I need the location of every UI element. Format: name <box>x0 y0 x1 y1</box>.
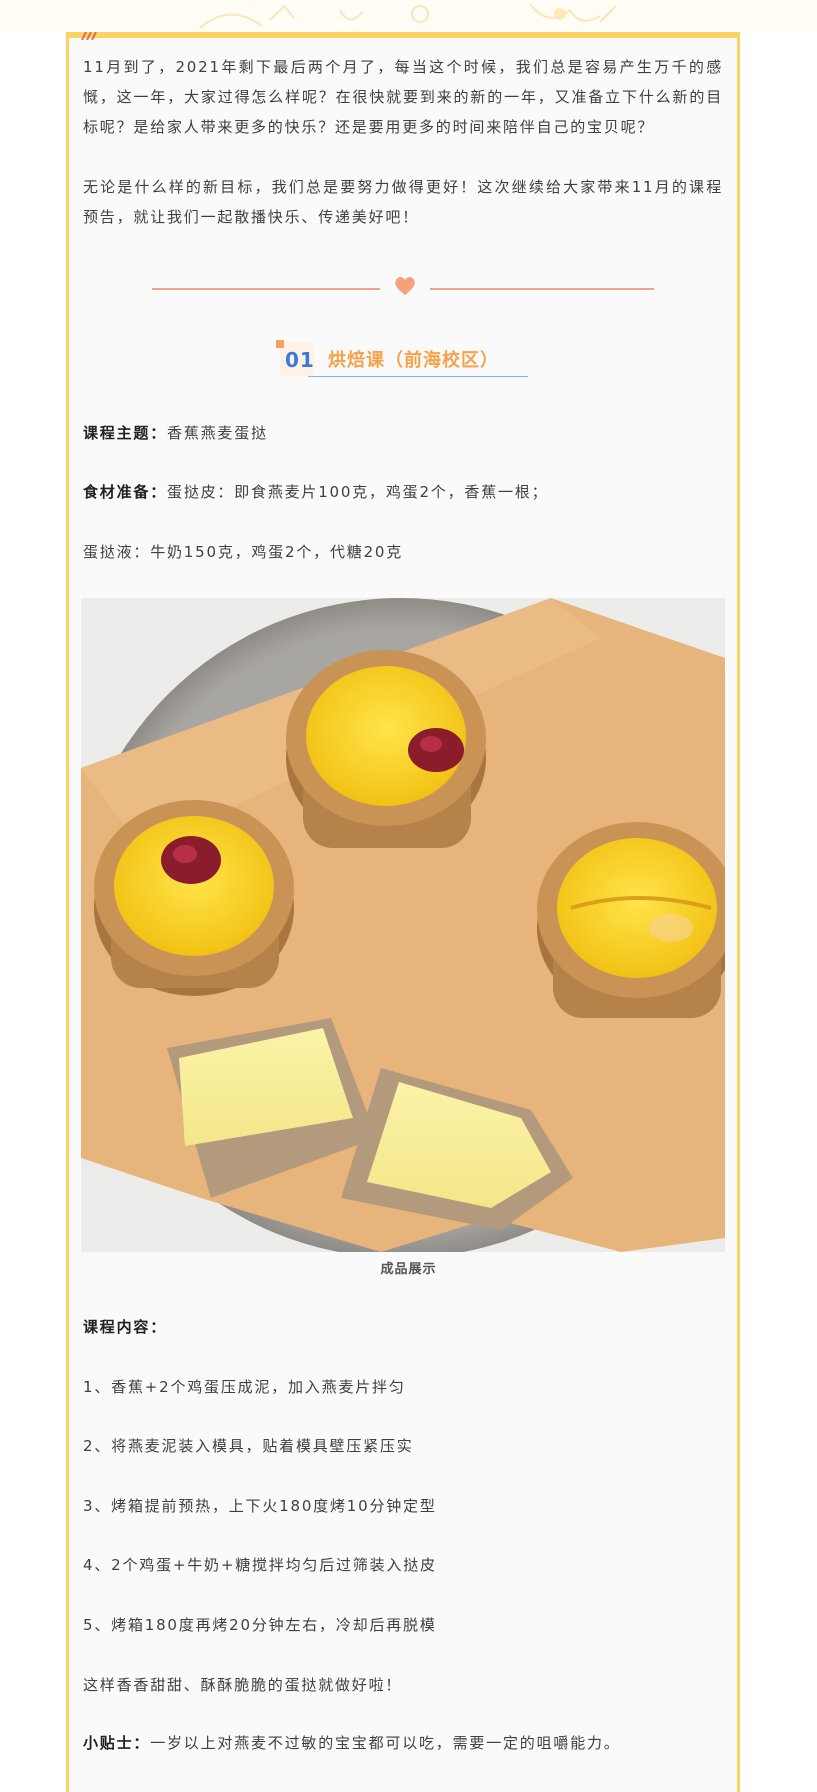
egg-tart-photo <box>81 598 725 1252</box>
intro-paragraph-2: 无论是什么样的新目标，我们总是要努力做得更好！这次继续给大家带来11月的课程预告… <box>83 178 723 226</box>
tip-label: 小贴士： <box>83 1734 151 1752</box>
step-5: 5、烤箱180度再烤20分钟左右，冷却后再脱模 <box>83 1616 437 1634</box>
step-1: 1、香蕉+2个鸡蛋压成泥，加入燕麦片拌匀 <box>83 1378 406 1396</box>
divider-line-left <box>152 288 380 290</box>
section-title: 烘焙课（前海校区） <box>328 350 499 371</box>
heart-divider <box>152 274 654 298</box>
step-3: 3、烤箱提前预热，上下火180度烤10分钟定型 <box>83 1497 437 1515</box>
stripes-decoration <box>81 32 97 40</box>
photo-caption: 成品展示 <box>380 1262 437 1277</box>
course-topic: 课程主题：香蕉燕麦蛋挞 <box>83 421 268 445</box>
ingredients-label: 食材准备： <box>83 483 168 501</box>
step-4: 4、2个鸡蛋+牛奶+糖搅拌均匀后过筛装入挞皮 <box>83 1556 437 1574</box>
closing-line: 这样香香甜甜、酥酥脆脆的蛋挞就做好啦！ <box>83 1676 403 1694</box>
tip-value: 一岁以上对燕麦不过敏的宝宝都可以吃，需要一定的咀嚼能力。 <box>150 1734 621 1752</box>
intro-paragraph-1: 11月到了，2021年剩下最后两个月了，每当这个时候，我们总是容易产生万千的感慨… <box>83 58 723 136</box>
egg-liquid-ingredients: 蛋挞液：牛奶150克，鸡蛋2个，代糖20克 <box>83 543 404 561</box>
divider-line-right <box>430 288 654 290</box>
course-ingredients: 食材准备：蛋挞皮：即食燕麦片100克，鸡蛋2个，香蕉一根； <box>83 480 548 504</box>
section-number: 01 <box>285 348 315 372</box>
course-topic-value: 香蕉燕麦蛋挞 <box>167 424 268 442</box>
tart-whole-1 <box>94 800 294 996</box>
heart-icon <box>395 277 415 295</box>
tart-whole-3 <box>537 822 725 1018</box>
card-top-border <box>66 32 740 38</box>
section-underline <box>308 376 528 377</box>
ingredients-value: 蛋挞皮：即食燕麦片100克，鸡蛋2个，香蕉一根； <box>167 483 549 501</box>
content-heading: 课程内容： <box>83 1315 167 1339</box>
tart-whole-2 <box>286 650 486 848</box>
step-2: 2、将燕麦泥装入模具，贴着模具壁压紧压实 <box>83 1437 414 1455</box>
tip-line: 小贴士：一岁以上对燕麦不过敏的宝宝都可以吃，需要一定的咀嚼能力。 <box>83 1731 621 1755</box>
section-number-dot <box>276 340 284 348</box>
content-label: 课程内容： <box>83 1318 168 1336</box>
course-topic-label: 课程主题： <box>83 424 168 442</box>
section-heading: 01 烘焙课（前海校区） <box>276 340 536 380</box>
top-decoration <box>0 0 817 32</box>
